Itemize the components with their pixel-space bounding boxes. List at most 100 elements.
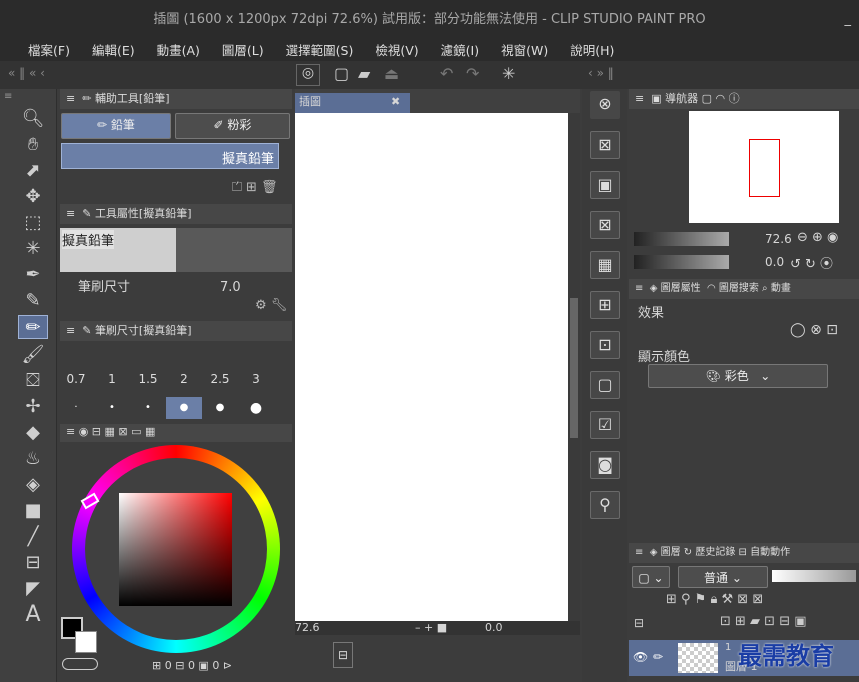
minimize-button[interactable]: _: [845, 0, 852, 40]
size-3[interactable]: 3: [238, 372, 274, 386]
collapse-right-icon[interactable]: ‹ » ‖: [588, 66, 614, 80]
text-tool-icon[interactable]: A: [18, 603, 48, 627]
color-mode-select[interactable]: 🎨︎ 彩色 ⌄: [648, 364, 828, 388]
material-icon-10[interactable]: ⚲: [590, 491, 620, 519]
size-1.5[interactable]: 1.5: [130, 372, 166, 386]
search-icon[interactable]: ⊗: [590, 91, 620, 119]
open-folder-icon[interactable]: ▰: [358, 64, 370, 83]
selection-tool-icon[interactable]: ⬚: [18, 211, 48, 235]
menu-edit[interactable]: 編輯(E): [92, 40, 135, 59]
layer-color-select[interactable]: ▢ ⌄: [632, 566, 670, 588]
drawing-canvas[interactable]: [295, 113, 568, 621]
material-icon-5[interactable]: ⊞: [590, 291, 620, 319]
zoom-slider[interactable]: [634, 232, 729, 246]
autoaction-tab[interactable]: 自動動作: [750, 547, 790, 558]
move-tool-icon[interactable]: ✥: [18, 185, 48, 209]
layersearch-tab[interactable]: 圖層搜索: [719, 283, 759, 294]
material-icon-1[interactable]: ⊠: [590, 131, 620, 159]
zoom-tool-icon[interactable]: 🔍︎: [18, 107, 48, 131]
tab-pencil[interactable]: ✏ 鉛筆: [61, 113, 171, 139]
eraser-tool-icon[interactable]: ◆: [18, 421, 48, 445]
brush-tool-icon[interactable]: 🖌︎: [18, 343, 48, 367]
ruler-tool-icon[interactable]: ◤: [18, 577, 48, 601]
layer-tab[interactable]: 圖層: [661, 547, 681, 558]
size-0.7[interactable]: 0.7: [58, 372, 94, 386]
color-tabs-icon[interactable]: ≡ ◉ ⊟ ▦ ⊠ ▭ ▦: [60, 425, 155, 438]
opacity-slider[interactable]: [772, 570, 856, 582]
layer-menu-icon[interactable]: ⊟: [634, 616, 644, 630]
canvas-tab[interactable]: 插圖 ✖: [295, 93, 410, 113]
menu-layer[interactable]: 圖層(L): [222, 40, 264, 59]
redo-icon[interactable]: ↷: [466, 64, 479, 83]
airbrush-tool-icon[interactable]: ⛋: [18, 369, 48, 393]
canvas-vscroll[interactable]: [568, 113, 580, 621]
hand-tool-icon[interactable]: ✋︎: [18, 133, 48, 157]
transparent-color-button[interactable]: [62, 658, 98, 670]
collapse-left-icon[interactable]: « ‖ « ‹: [8, 66, 45, 80]
menu-select[interactable]: 選擇範圍(S): [286, 40, 354, 59]
subtool-actions-icon[interactable]: ⏍ ⊞ 🗑︎: [232, 180, 278, 195]
menu-animation[interactable]: 動畫(A): [157, 40, 200, 59]
fill-tool-icon[interactable]: ◈: [18, 473, 48, 497]
timeline-icon[interactable]: ⊟: [333, 642, 353, 668]
zoom-buttons-icon[interactable]: ⊖ ⊕ ◉: [797, 230, 838, 245]
menu-view[interactable]: 檢視(V): [375, 40, 418, 59]
tab-pastel[interactable]: ✐ 粉彩: [175, 113, 290, 139]
frame-tool-icon[interactable]: ⊟: [18, 551, 48, 575]
dot-0.7[interactable]: ·: [58, 397, 94, 419]
spiral-icon[interactable]: ◎: [296, 64, 320, 86]
layerprop-tab[interactable]: 圖層屬性: [661, 283, 701, 294]
dot-2.5[interactable]: ●: [202, 397, 238, 419]
sub-color-swatch[interactable]: [75, 631, 97, 653]
material-icon-8[interactable]: ☑: [590, 411, 620, 439]
figure-tool-icon[interactable]: ╱: [18, 525, 48, 549]
material-icon-7[interactable]: ▢: [590, 371, 620, 399]
size-2.5[interactable]: 2.5: [202, 372, 238, 386]
material-icon-3[interactable]: ⊠: [590, 211, 620, 239]
gradient-tool-icon[interactable]: ■: [18, 499, 48, 523]
undo-icon[interactable]: ↶: [440, 64, 453, 83]
blend-tool-icon[interactable]: ♨: [18, 447, 48, 471]
saturation-value-square[interactable]: [119, 493, 232, 606]
layer-actions-icon[interactable]: ⊡ ⊞ ▰ ⊡ ⊟ ▣: [720, 614, 807, 629]
blend-mode-select[interactable]: 普通 ⌄: [678, 566, 768, 588]
navigator-tab[interactable]: 導航器: [665, 92, 698, 105]
save-icon[interactable]: ⏏: [384, 64, 399, 83]
menu-file[interactable]: 檔案(F): [28, 40, 70, 59]
navigator-viewport-frame[interactable]: [749, 139, 780, 197]
canvas-angle-value[interactable]: 0.0: [485, 621, 503, 634]
menu-window[interactable]: 視窗(W): [501, 40, 548, 59]
rotate-buttons-icon[interactable]: ↺ ↻ ⦿: [790, 253, 833, 272]
material-icon-2[interactable]: ▣: [590, 171, 620, 199]
close-tab-icon[interactable]: ✖: [391, 95, 400, 108]
rotate-slider[interactable]: [634, 255, 729, 269]
material-icon-4[interactable]: ▦: [590, 251, 620, 279]
brush-size-value[interactable]: 7.0: [220, 280, 241, 295]
size-2[interactable]: 2: [166, 372, 202, 386]
subtool-current-item[interactable]: 擬真鉛筆: [61, 143, 279, 169]
dot-1[interactable]: •: [94, 397, 130, 419]
dot-1.5[interactable]: •: [130, 397, 166, 419]
pen-tool-icon[interactable]: ✎: [18, 289, 48, 313]
menu-filter[interactable]: 濾鏡(I): [441, 40, 479, 59]
zoom-controls-icon[interactable]: – + ■: [415, 621, 447, 634]
layer-tools-icon[interactable]: ⊞ ⚲ ⚑ 🔒︎ ⚒ ⊠ ⊠: [666, 592, 763, 607]
navigator-preview[interactable]: [689, 111, 839, 223]
material-icon-6[interactable]: ⊡: [590, 331, 620, 359]
navigator-zoom-value[interactable]: 72.6: [765, 232, 792, 246]
object-tool-icon[interactable]: ⬈: [18, 159, 48, 183]
decoration-tool-icon[interactable]: ✢: [18, 395, 48, 419]
loading-icon[interactable]: ✳: [502, 64, 515, 83]
size-1[interactable]: 1: [94, 372, 130, 386]
effect-buttons-icon[interactable]: ◯ ⊗ ⊡: [790, 322, 838, 338]
eyedropper-tool-icon[interactable]: ✒: [18, 263, 48, 287]
eye-icon[interactable]: 👁︎: [633, 650, 648, 664]
menu-lines-icon[interactable]: ≡: [4, 91, 12, 102]
animation-tab[interactable]: 動畫: [771, 283, 791, 294]
menu-help[interactable]: 說明(H): [570, 40, 614, 59]
canvas-zoom-value[interactable]: 72.6: [295, 621, 320, 634]
pencil-tool-icon[interactable]: ✏: [18, 315, 48, 339]
navigator-angle-value[interactable]: 0.0: [765, 255, 784, 269]
dot-2[interactable]: ●: [166, 397, 202, 419]
wand-tool-icon[interactable]: ✳: [18, 237, 48, 261]
